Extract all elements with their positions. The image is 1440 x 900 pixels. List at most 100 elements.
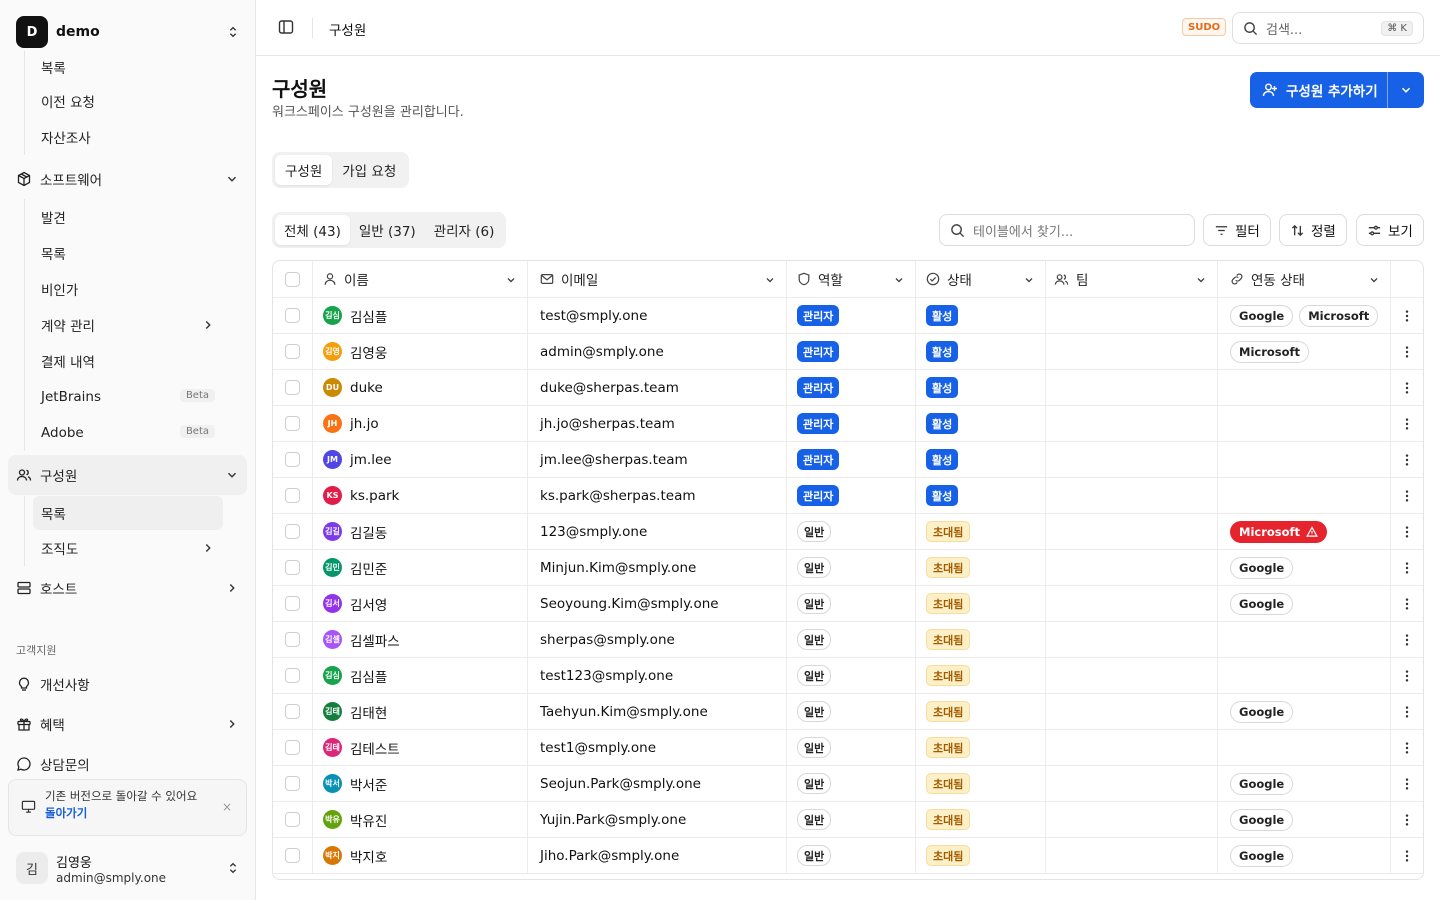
tab-members[interactable]: 구성원 xyxy=(275,155,333,185)
email-cell: Seojun.Park@smply.one xyxy=(528,766,787,801)
sidebar-item-contracts[interactable]: 계약 관리 xyxy=(33,307,223,343)
more-vertical-icon[interactable] xyxy=(1400,705,1414,719)
sidebar-item-improvements[interactable]: 개선사항 xyxy=(8,664,247,704)
table-row[interactable]: 김서 김서영 Seoyoung.Kim@smply.one 일반 초대됨 Google xyxy=(273,586,1423,622)
select-all-checkbox[interactable] xyxy=(285,271,300,287)
table-row[interactable]: JH jh.jo jh.jo@sherpas.team 관리자 활성 xyxy=(273,406,1423,442)
sidebar-item-members-list[interactable]: 목록 xyxy=(33,496,223,530)
table-row[interactable]: 박유 박유진 Yujin.Park@smply.one 일반 초대됨 Google xyxy=(273,802,1423,838)
column-header-email[interactable]: 이메일 xyxy=(528,261,787,297)
table-search-input[interactable]: 테이블에서 찾기... xyxy=(939,214,1195,246)
add-member-dropdown[interactable] xyxy=(1388,72,1424,108)
sidebar-item-label: 혜택 xyxy=(40,718,65,734)
row-checkbox[interactable] xyxy=(285,848,300,863)
sidebar-item-unauthorized[interactable]: 비인가 xyxy=(33,271,223,307)
more-vertical-icon[interactable] xyxy=(1400,633,1414,647)
sidebar-item-software-list[interactable]: 목록 xyxy=(33,235,223,271)
row-checkbox[interactable] xyxy=(285,560,300,575)
table-row[interactable]: DU duke duke@sherpas.team 관리자 활성 xyxy=(273,370,1423,406)
table-row[interactable]: 박서 박서준 Seojun.Park@smply.one 일반 초대됨 Google xyxy=(273,766,1423,802)
more-vertical-icon[interactable] xyxy=(1400,381,1414,395)
global-search[interactable]: 검색... ⌘ K xyxy=(1232,12,1424,44)
table-row[interactable]: 김태 김태현 Taehyun.Kim@smply.one 일반 초대됨 Google xyxy=(273,694,1423,730)
table-row[interactable]: 김길 김길동 123@smply.one 일반 초대됨 Microsoft xyxy=(273,514,1423,550)
more-vertical-icon[interactable] xyxy=(1400,849,1414,863)
table-row[interactable]: 김셀 김셀파스 sherpas@smply.one 일반 초대됨 xyxy=(273,622,1423,658)
more-vertical-icon[interactable] xyxy=(1400,777,1414,791)
more-vertical-icon[interactable] xyxy=(1400,597,1414,611)
sidebar-item-asset-survey[interactable]: 자산조사 xyxy=(33,119,223,155)
filter-button[interactable]: 필터 xyxy=(1203,214,1271,246)
table-row[interactable]: KS ks.park ks.park@sherpas.team 관리자 활성 xyxy=(273,478,1423,514)
column-header-role[interactable]: 역할 xyxy=(787,261,916,297)
sidebar-group-software[interactable]: 소프트웨어 xyxy=(8,159,247,199)
sidebar-group-host[interactable]: 호스트 xyxy=(8,568,247,608)
tab-admin[interactable]: 관리자 (6) xyxy=(425,215,504,245)
table-row[interactable]: 김심 김심플 test123@smply.one 일반 초대됨 xyxy=(273,658,1423,694)
sidebar-item-discover[interactable]: 발견 xyxy=(33,199,223,235)
sidebar-item-adobe[interactable]: Adobe Beta xyxy=(33,415,223,451)
tab-all[interactable]: 전체 (43) xyxy=(275,215,350,245)
table-row[interactable]: 김심 김심플 test@smply.one 관리자 활성 Google Microsoft xyxy=(273,298,1423,334)
add-member-button[interactable]: 구성원 추가하기 xyxy=(1250,72,1388,108)
row-checkbox[interactable] xyxy=(285,452,300,467)
row-checkbox[interactable] xyxy=(285,632,300,647)
row-checkbox[interactable] xyxy=(285,380,300,395)
more-vertical-icon[interactable] xyxy=(1400,669,1414,683)
user-menu[interactable]: 김 김영웅 admin@smply.one xyxy=(16,850,240,886)
table-row[interactable]: 김테 김테스트 test1@smply.one 일반 초대됨 xyxy=(273,730,1423,766)
sidebar-item-benefits[interactable]: 혜택 xyxy=(8,704,247,744)
more-vertical-icon[interactable] xyxy=(1400,813,1414,827)
row-checkbox[interactable] xyxy=(285,416,300,431)
more-vertical-icon[interactable] xyxy=(1400,489,1414,503)
warning-icon xyxy=(1306,525,1318,537)
row-checkbox[interactable] xyxy=(285,308,300,323)
more-vertical-icon[interactable] xyxy=(1400,525,1414,539)
sidebar-toggle-icon[interactable] xyxy=(278,19,294,35)
sidebar-item-jetbrains[interactable]: JetBrains Beta xyxy=(33,379,223,415)
more-vertical-icon[interactable] xyxy=(1400,417,1414,431)
tab-general[interactable]: 일반 (37) xyxy=(350,215,425,245)
sidebar-item-payments[interactable]: 결제 내역 xyxy=(33,343,223,379)
table-row[interactable]: 김영 김영웅 admin@smply.one 관리자 활성 Microsoft xyxy=(273,334,1423,370)
sidebar-item-previous-requests[interactable]: 이전 요청 xyxy=(33,83,223,119)
sidebar-item-bokrok[interactable]: 복록 xyxy=(33,51,223,83)
row-checkbox[interactable] xyxy=(285,704,300,719)
column-header-status[interactable]: 상태 xyxy=(916,261,1046,297)
link-status-cell: Google xyxy=(1218,586,1391,621)
row-checkbox[interactable] xyxy=(285,668,300,683)
status-badge: 활성 xyxy=(926,485,959,506)
more-vertical-icon[interactable] xyxy=(1400,561,1414,575)
sort-button[interactable]: 정렬 xyxy=(1279,214,1347,246)
table-row[interactable]: 김민 김민준 Minjun.Kim@smply.one 일반 초대됨 Google xyxy=(273,550,1423,586)
more-vertical-icon[interactable] xyxy=(1400,453,1414,467)
workspace-switcher[interactable]: D demo xyxy=(16,16,240,48)
row-checkbox[interactable] xyxy=(285,740,300,755)
tab-join-requests[interactable]: 가입 요청 xyxy=(332,155,406,185)
add-member-label: 구성원 추가하기 xyxy=(1286,84,1378,100)
row-checkbox[interactable] xyxy=(285,596,300,611)
view-button[interactable]: 보기 xyxy=(1356,214,1424,246)
email-cell: ks.park@sherpas.team xyxy=(528,478,787,513)
sidebar-item-org-chart[interactable]: 조직도 xyxy=(33,530,223,566)
more-vertical-icon[interactable] xyxy=(1400,345,1414,359)
more-vertical-icon[interactable] xyxy=(1400,309,1414,323)
row-checkbox[interactable] xyxy=(285,524,300,539)
row-checkbox[interactable] xyxy=(285,488,300,503)
column-header-name[interactable]: 이름 xyxy=(313,261,528,297)
row-checkbox[interactable] xyxy=(285,812,300,827)
column-header-team[interactable]: 팀 xyxy=(1046,261,1218,297)
link-badge-error[interactable]: Microsoft xyxy=(1230,520,1328,543)
table-row[interactable]: JM jm.lee jm.lee@sherpas.team 관리자 활성 xyxy=(273,442,1423,478)
role-cell: 일반 xyxy=(787,766,916,801)
row-checkbox[interactable] xyxy=(285,776,300,791)
go-back-link[interactable]: 돌아가기 xyxy=(45,804,236,822)
table-row[interactable]: 박지 박지호 Jiho.Park@smply.one 일반 초대됨 Google xyxy=(273,838,1423,874)
row-checkbox[interactable] xyxy=(285,344,300,359)
sidebar-item-inquiry[interactable]: 상담문의 xyxy=(8,744,247,784)
sidebar-group-members[interactable]: 구성원 xyxy=(8,455,247,495)
column-header-link-status[interactable]: 연동 상태 xyxy=(1218,261,1391,297)
close-icon[interactable]: × xyxy=(222,800,232,814)
avatar: 김셀 xyxy=(323,630,342,649)
more-vertical-icon[interactable] xyxy=(1400,741,1414,755)
